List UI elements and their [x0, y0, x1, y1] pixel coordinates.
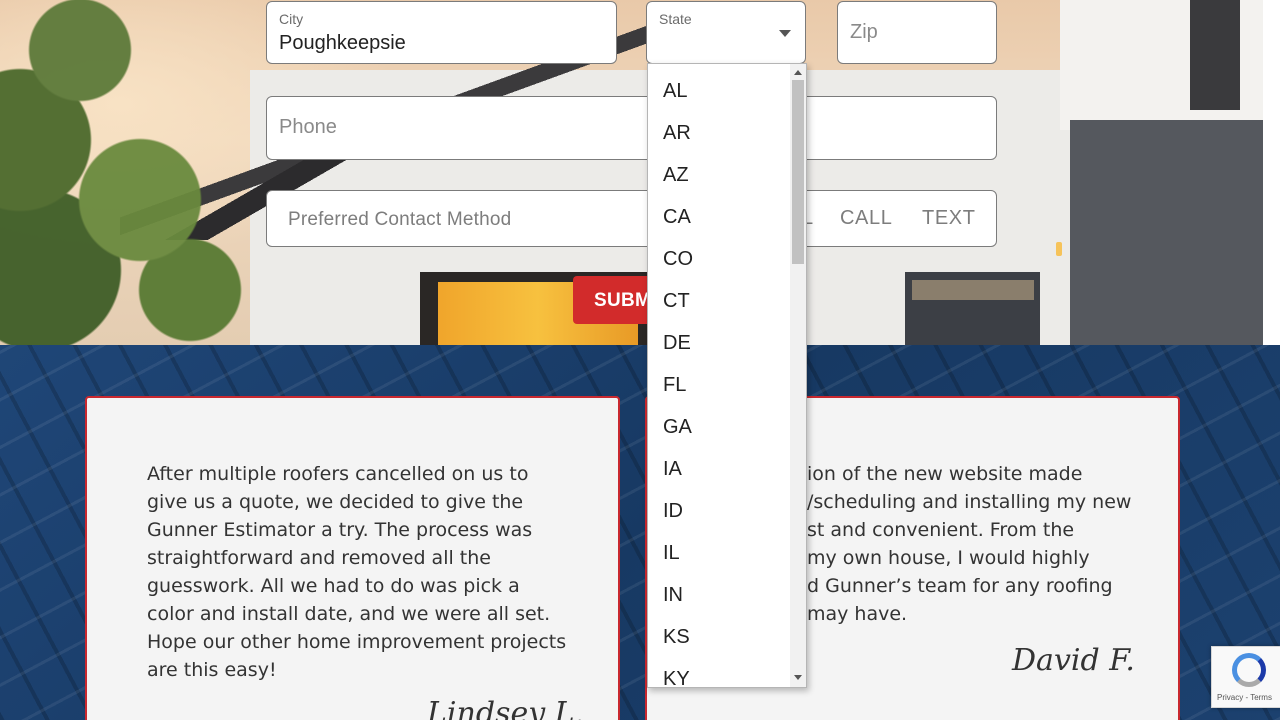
chevron-down-icon — [779, 30, 791, 37]
quote-line: ion of the new website made — [807, 463, 1083, 485]
state-option[interactable]: ID — [648, 490, 792, 532]
state-option[interactable]: CO — [648, 238, 792, 280]
contact-method-label: Preferred Contact Method — [288, 209, 512, 230]
testimonial-signature: David F. — [1012, 643, 1135, 678]
state-option[interactable]: CT — [648, 280, 792, 322]
state-label: State — [659, 11, 692, 27]
city-value: Poughkeepsie — [279, 32, 406, 54]
testimonial-card: After multiple roofers cancelled on us t… — [85, 396, 620, 720]
state-option[interactable]: CA — [648, 196, 792, 238]
recaptcha-terms[interactable]: Privacy - Terms — [1217, 693, 1272, 702]
state-option[interactable]: IN — [648, 574, 792, 616]
contact-option-call[interactable]: CALL — [840, 207, 892, 230]
recaptcha-badge[interactable]: Privacy - Terms — [1211, 646, 1280, 708]
state-option[interactable]: KY — [648, 658, 792, 687]
quote-line: /scheduling and installing my new — [807, 491, 1132, 513]
zip-field[interactable]: Zip — [837, 1, 997, 64]
scroll-down-arrow-icon[interactable] — [794, 675, 802, 680]
dropdown-scrollbar[interactable] — [790, 64, 806, 687]
testimonial-signature: Lindsey L. — [427, 696, 585, 720]
quote-line: my own house, I would highly — [807, 547, 1090, 569]
state-option[interactable]: AL — [648, 70, 792, 112]
preferred-contact-method: Preferred Contact Method L CALL TEXT — [266, 190, 997, 247]
state-option[interactable]: GA — [648, 406, 792, 448]
zip-placeholder: Zip — [850, 21, 878, 43]
state-option[interactable]: IA — [648, 448, 792, 490]
quote-line: may have. — [807, 603, 908, 625]
phone-placeholder: Phone — [279, 116, 337, 138]
contact-option-text[interactable]: TEXT — [922, 207, 976, 230]
state-option[interactable]: FL — [648, 364, 792, 406]
city-label: City — [279, 11, 304, 27]
scroll-up-arrow-icon[interactable] — [794, 70, 802, 75]
state-option[interactable]: KS — [648, 616, 792, 658]
state-option[interactable]: AZ — [648, 154, 792, 196]
phone-field[interactable]: Phone — [266, 96, 997, 160]
state-options: AL AR AZ CA CO CT DE FL GA IA ID IL IN K… — [648, 70, 792, 687]
state-select[interactable]: State — [646, 1, 806, 64]
recaptcha-logo-icon — [1232, 653, 1266, 687]
state-dropdown-list[interactable]: AL AR AZ CA CO CT DE FL GA IA ID IL IN K… — [647, 63, 807, 688]
scrollbar-thumb[interactable] — [792, 80, 804, 264]
city-field[interactable]: City Poughkeepsie — [266, 1, 617, 64]
state-option[interactable]: IL — [648, 532, 792, 574]
state-option[interactable]: AR — [648, 112, 792, 154]
state-option[interactable]: DE — [648, 322, 792, 364]
testimonial-quote: After multiple roofers cancelled on us t… — [147, 463, 567, 681]
testimonial-quote: ion of the new website made /scheduling … — [807, 460, 1167, 628]
quote-line: st and convenient. From the — [807, 519, 1075, 541]
quote-line: d Gunner’s team for any roofing — [807, 575, 1113, 597]
